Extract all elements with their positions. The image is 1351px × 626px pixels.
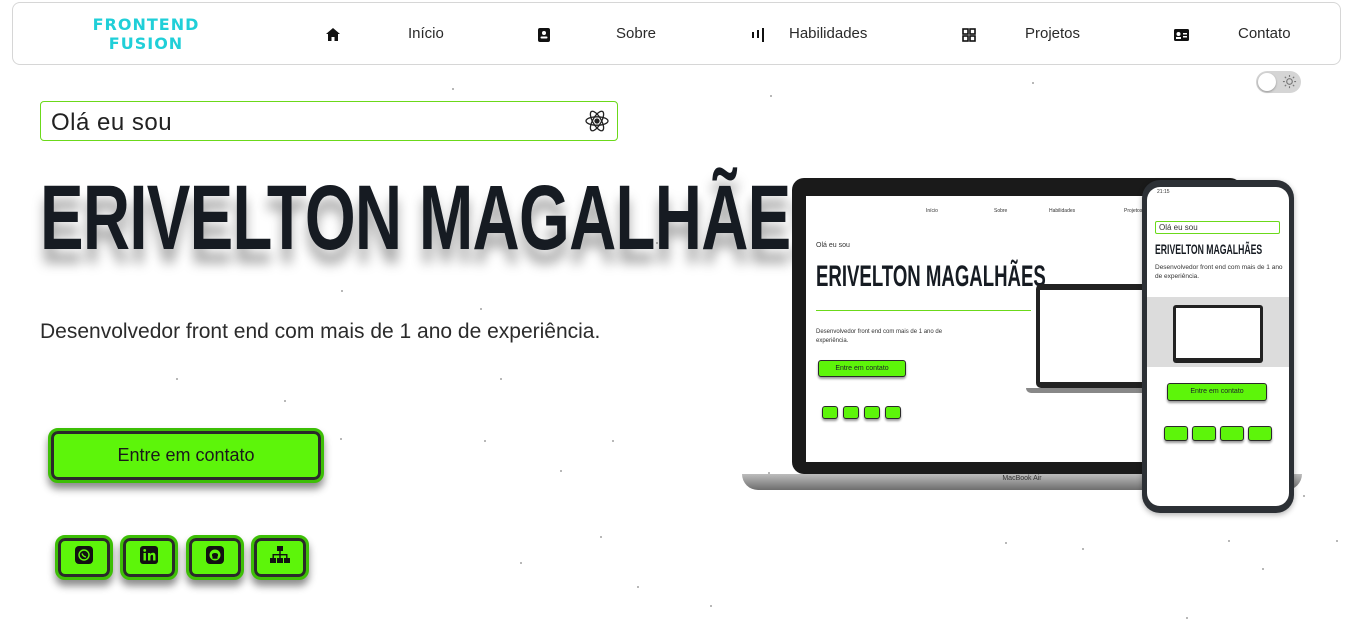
phone-social-3 xyxy=(1220,426,1244,441)
greeting-text: Olá eu sou xyxy=(51,109,173,136)
greeting-box: Olá eu sou xyxy=(40,101,618,141)
mini-social-2 xyxy=(843,406,859,419)
nav-label-sobre[interactable]: Sobre xyxy=(616,25,656,42)
home-icon xyxy=(325,27,341,43)
linkedin-icon xyxy=(140,546,158,569)
nav-label-inicio[interactable]: Início xyxy=(408,25,444,42)
mini-divider xyxy=(816,310,1031,311)
nested-laptop xyxy=(1036,284,1156,388)
brand-logo[interactable]: FRONTEND FUSION xyxy=(81,15,211,53)
brand-line-2: FUSION xyxy=(108,34,184,53)
nav-label-contato[interactable]: Contato xyxy=(1238,25,1291,42)
theme-toggle[interactable] xyxy=(1256,71,1301,93)
sitemap-icon xyxy=(270,546,290,569)
contact-button[interactable]: Entre em contato xyxy=(48,428,324,483)
whatsapp-button[interactable] xyxy=(55,535,113,580)
nav-item-sobre[interactable] xyxy=(536,3,552,66)
nav-item-inicio[interactable] xyxy=(325,3,341,66)
brand-line-1: FRONTEND xyxy=(92,15,200,34)
hero-subtitle: Desenvolvedor front end com mais de 1 an… xyxy=(40,320,601,343)
mini-social-3 xyxy=(864,406,880,419)
nav-label-projetos[interactable]: Projetos xyxy=(1025,25,1080,42)
react-icon xyxy=(585,109,609,138)
phone-cta: Entre em contato xyxy=(1167,383,1267,401)
mini-social-1 xyxy=(822,406,838,419)
linkedin-button[interactable] xyxy=(120,535,178,580)
nav-item-projetos[interactable] xyxy=(961,3,977,66)
mini-subtitle: Desenvolvedor front end com mais de 1 an… xyxy=(816,329,943,344)
nav-item-habilidades[interactable] xyxy=(750,3,766,66)
phone-social-2 xyxy=(1192,426,1216,441)
phone-status-time: 21:15 xyxy=(1157,189,1170,195)
sun-icon xyxy=(1282,74,1297,94)
mini-nav-sobre: Sobre xyxy=(994,208,1008,214)
whatsapp-icon xyxy=(75,546,93,569)
phone-subtitle: Desenvolvedor front end com mais de 1 an… xyxy=(1155,264,1283,280)
phone-greeting-box: Olá eu sou xyxy=(1155,221,1280,234)
toggle-knob xyxy=(1258,73,1276,91)
github-button[interactable] xyxy=(186,535,244,580)
sitemap-button[interactable] xyxy=(251,535,309,580)
bars-icon xyxy=(750,27,766,43)
mini-nav-habilidades: Habilidades xyxy=(1049,208,1076,214)
phone-hero-image xyxy=(1147,297,1289,367)
phone-greeting: Olá eu sou xyxy=(1159,223,1198,232)
mini-cta: Entre em contato xyxy=(818,360,906,377)
mini-social-4 xyxy=(885,406,901,419)
phone-screen: 21:15 Olá eu sou ERIVELTON MAGALHÃES Des… xyxy=(1147,187,1289,506)
mini-nav-inicio: Início xyxy=(926,208,938,214)
phone-mockup: 21:15 Olá eu sou ERIVELTON MAGALHÃES Des… xyxy=(1142,180,1294,513)
nav-label-habilidades[interactable]: Habilidades xyxy=(789,25,867,42)
id-card-icon xyxy=(1173,27,1189,43)
mini-name: ERIVELTON MAGALHÃES xyxy=(816,260,1046,293)
nav-item-contato[interactable] xyxy=(1173,3,1189,66)
grid-icon xyxy=(961,27,977,43)
mini-nav-projetos: Projetos xyxy=(1124,208,1143,214)
hero-name: ERIVELTON MAGALHÃES xyxy=(40,167,834,269)
phone-social-1 xyxy=(1164,426,1188,441)
phone-social-4 xyxy=(1248,426,1272,441)
navbar: FRONTEND FUSION Início Sobre Habilidades… xyxy=(12,2,1341,65)
mini-greeting: Olá eu sou xyxy=(816,242,850,249)
phone-name: ERIVELTON MAGALHÃES xyxy=(1155,241,1263,257)
contact-book-icon xyxy=(536,27,552,43)
github-icon xyxy=(206,546,224,569)
